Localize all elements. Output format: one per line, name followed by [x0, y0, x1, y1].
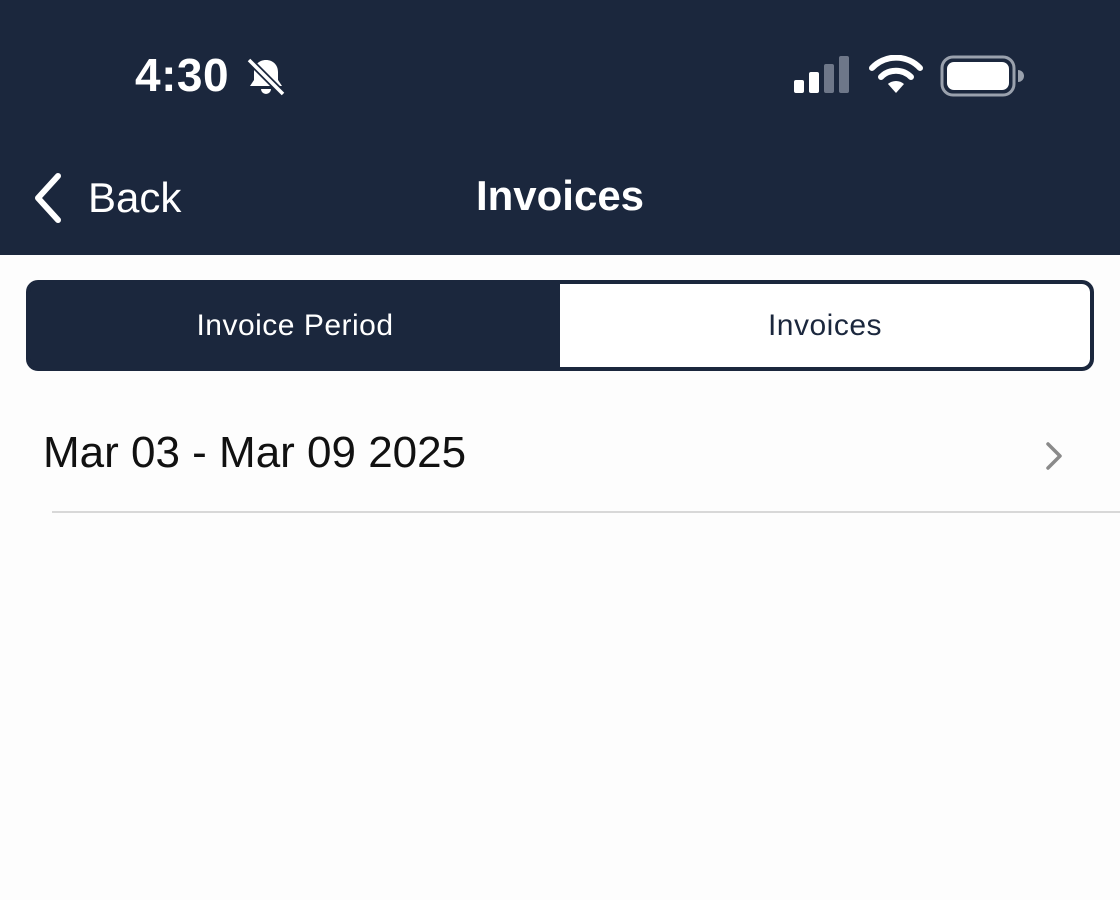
- segmented-control: Invoice Period Invoices: [26, 280, 1094, 371]
- header-bar: 4:30 Back Invoices: [0, 0, 1120, 255]
- divider: [52, 511, 1120, 513]
- bell-slash-icon: [246, 57, 286, 97]
- battery-icon: [940, 55, 1024, 97]
- invoice-period-label: Mar 03 - Mar 09 2025: [43, 428, 467, 477]
- segment-invoice-period[interactable]: Invoice Period: [30, 284, 560, 367]
- list-item[interactable]: Mar 03 - Mar 09 2025: [0, 400, 1120, 512]
- cellular-signal-icon: [794, 56, 849, 93]
- segment-invoices[interactable]: Invoices: [560, 284, 1090, 367]
- status-time: 4:30: [135, 49, 230, 101]
- page-title: Invoices: [475, 172, 645, 219]
- chevron-right-icon: [1046, 442, 1062, 470]
- wifi-icon: [869, 55, 923, 93]
